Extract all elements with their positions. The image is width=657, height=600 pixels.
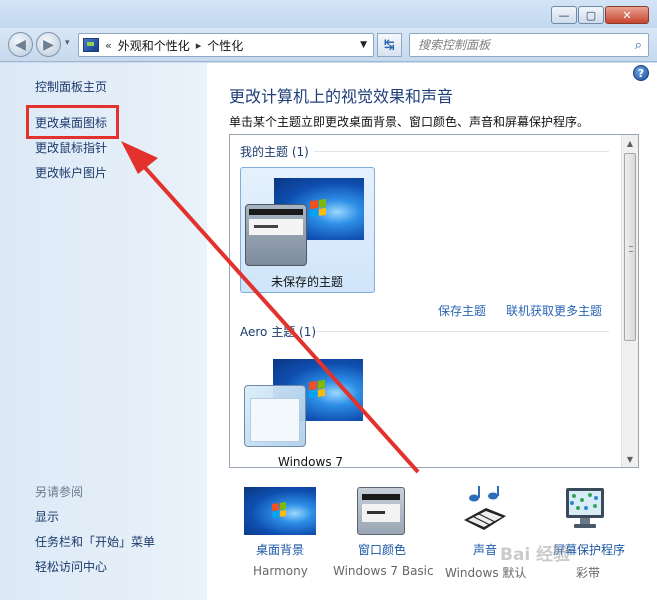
- window-color-preview: [244, 385, 306, 447]
- theme-label-unsaved: 未保存的主题: [271, 275, 344, 289]
- search-box[interactable]: ⌕: [409, 33, 649, 57]
- scroll-up-icon[interactable]: ▲: [622, 135, 638, 151]
- see-also-heading: 另请参阅: [35, 485, 84, 499]
- theme-tile-windows7[interactable]: Windows 7: [240, 355, 375, 469]
- sounds-button[interactable]: [460, 485, 510, 536]
- theme-tile-unsaved[interactable]: 未保存的主题: [240, 167, 375, 293]
- recent-pages-dropdown[interactable]: ▾: [65, 38, 70, 48]
- refresh-icon: ↹: [384, 37, 395, 53]
- group-divider: [316, 331, 609, 332]
- theme-list-scrollbar[interactable]: ▲ ▼: [621, 135, 638, 467]
- window-color-value: Windows 7 Basic: [333, 564, 434, 578]
- music-notes-icon: [464, 485, 506, 530]
- sounds-value: Windows 默认: [445, 566, 527, 580]
- navigation-bar: ◀ ▶ ▾ « 外观和个性化 ▸ 个性化 ▼ ↹ ⌕: [0, 28, 657, 62]
- see-also-taskbar-start-menu[interactable]: 任务栏和「开始」菜单: [35, 533, 155, 550]
- windows-logo-icon: [310, 198, 326, 218]
- forward-button[interactable]: ▶: [36, 32, 61, 57]
- breadcrumb-separator-icon[interactable]: ▸: [196, 39, 202, 52]
- maximize-button[interactable]: ▢: [578, 6, 604, 24]
- back-button[interactable]: ◀: [8, 32, 33, 57]
- refresh-button[interactable]: ↹: [377, 33, 402, 57]
- see-also-display[interactable]: 显示: [35, 508, 59, 525]
- maximize-icon: ▢: [585, 8, 597, 22]
- group-divider: [314, 151, 609, 152]
- breadcrumb-personalization[interactable]: 个性化: [207, 37, 243, 54]
- window-color-preview: [245, 204, 307, 266]
- aero-themes-heading: Aero 主题 (1): [240, 325, 317, 339]
- search-icon[interactable]: ⌕: [635, 38, 642, 53]
- theme-list[interactable]: 我的主题 (1) 未保存的主题 保存主题 联机获取更多主题 Aero 主题 (1…: [229, 134, 639, 469]
- help-icon[interactable]: ?: [633, 65, 649, 81]
- forward-arrow-icon: ▶: [43, 36, 54, 53]
- desktop-background-label[interactable]: 桌面背景: [256, 541, 304, 558]
- scroll-down-icon[interactable]: ▼: [622, 451, 638, 467]
- page-description: 单击某个主题立即更改桌面背景、窗口颜色、声音和屏幕保护程序。: [229, 115, 590, 129]
- screen-saver-value: 彩带: [576, 566, 601, 580]
- breadcrumb-appearance[interactable]: 外观和个性化: [118, 37, 190, 54]
- minimize-button[interactable]: —: [551, 6, 577, 24]
- address-dropdown-icon[interactable]: ▼: [360, 40, 367, 50]
- desktop-background-value: Harmony: [253, 564, 308, 578]
- address-bar[interactable]: « 外观和个性化 ▸ 个性化 ▼: [78, 33, 374, 57]
- breadcrumb-overflow[interactable]: «: [105, 39, 112, 52]
- search-input[interactable]: [418, 38, 618, 52]
- desktop-background-icon: [244, 487, 316, 535]
- window-color-label[interactable]: 窗口颜色: [358, 541, 406, 558]
- highlight-box: [26, 105, 119, 139]
- control-panel-icon: [83, 38, 99, 52]
- get-more-themes-link[interactable]: 联机获取更多主题: [506, 302, 602, 319]
- screen-saver-monitor-icon: [566, 488, 604, 528]
- windows-logo-icon: [309, 379, 325, 399]
- sounds-label[interactable]: 声音: [473, 541, 497, 558]
- scroll-thumb[interactable]: [624, 153, 636, 341]
- window-color-button[interactable]: [357, 487, 405, 535]
- theme-label-windows7: Windows 7: [278, 455, 344, 469]
- window-color-icon: [362, 494, 400, 500]
- screen-saver-button[interactable]: [562, 486, 612, 536]
- close-icon: ✕: [622, 8, 632, 22]
- title-bar: — ▢ ✕: [0, 0, 657, 28]
- sidebar-link-control-panel-home[interactable]: 控制面板主页: [35, 78, 107, 95]
- minimize-icon: —: [558, 8, 570, 22]
- save-theme-link[interactable]: 保存主题: [438, 302, 486, 319]
- my-themes-heading: 我的主题 (1): [240, 145, 309, 159]
- page-title: 更改计算机上的视觉效果和声音: [229, 87, 454, 106]
- sidebar-link-change-account-picture[interactable]: 更改帐户图片: [35, 164, 107, 181]
- see-also-ease-of-access[interactable]: 轻松访问中心: [35, 558, 107, 575]
- sidebar-link-change-mouse-pointers[interactable]: 更改鼠标指针: [35, 139, 107, 156]
- back-arrow-icon: ◀: [15, 36, 26, 53]
- close-button[interactable]: ✕: [605, 6, 649, 24]
- watermark: Bai 经验: [500, 545, 571, 565]
- window-controls: — ▢ ✕: [551, 6, 649, 24]
